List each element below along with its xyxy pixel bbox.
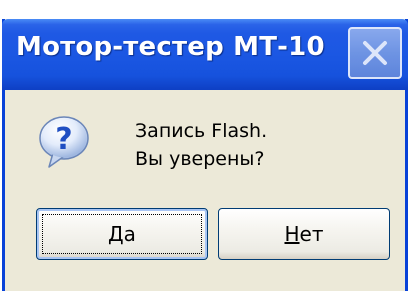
close-button[interactable] (348, 27, 402, 79)
svg-text:?: ? (55, 122, 72, 157)
title-bar[interactable]: Мотор-тестер МТ-10 (2, 19, 408, 90)
no-button[interactable]: Нет (218, 208, 390, 260)
message-line-1: Запись Flash. (135, 120, 268, 142)
yes-button[interactable]: Да (36, 208, 208, 260)
no-label-rest: ет (299, 222, 324, 246)
focus-rectangle (42, 214, 202, 254)
no-mnemonic: Н (284, 222, 300, 246)
dialog-body: ? Запись Flash. Вы уверены? Да Нет (5, 90, 405, 291)
question-icon: ? (39, 116, 89, 168)
message-line-2: Вы уверены? (135, 148, 265, 170)
window-title: Мотор-тестер МТ-10 (16, 32, 325, 62)
close-icon (363, 41, 387, 65)
dialog-message: Запись Flash. Вы уверены? (135, 117, 267, 173)
